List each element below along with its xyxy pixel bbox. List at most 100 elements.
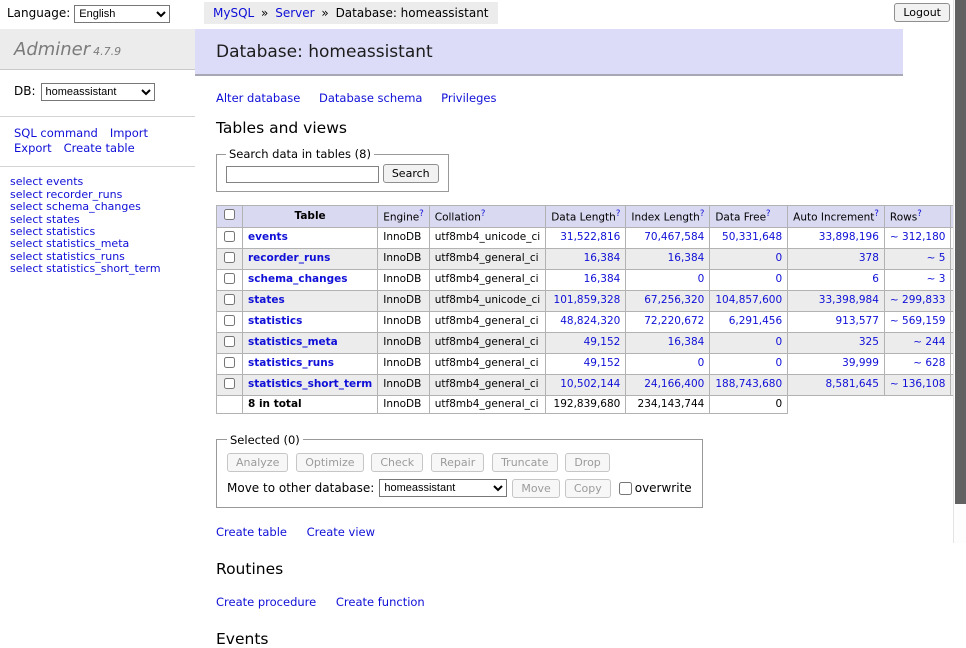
cell-data-length-link[interactable]: 49,152 [584,336,621,348]
row-checkbox-statistics[interactable] [224,315,235,326]
row-checkbox-schema-changes[interactable] [224,273,235,284]
analyze-button[interactable]: Analyze [227,453,288,472]
cell-index-length-link[interactable]: 16,384 [668,336,705,348]
row-checkbox-statistics-runs[interactable] [224,357,235,368]
cell-data-free-link[interactable]: 0 [775,336,782,348]
data-length-hint-link[interactable]: ? [616,209,621,219]
cell-index-length-link[interactable]: 72,220,672 [644,315,704,327]
table-link-states[interactable]: states [248,294,285,306]
row-checkbox-events[interactable] [224,231,235,242]
table-link-statistics-meta[interactable]: statistics_meta [248,336,338,348]
move-button[interactable]: Move [512,479,560,498]
cell-data-free-link[interactable]: 50,331,648 [722,231,782,243]
table-link-recorder-runs[interactable]: recorder_runs [248,252,330,264]
rows-hint-link[interactable]: ? [917,209,922,219]
search-input[interactable] [226,166,379,183]
optimize-button[interactable]: Optimize [296,453,363,472]
row-checkbox-statistics-meta[interactable] [224,336,235,347]
check-button[interactable]: Check [371,453,423,472]
cell-index-length-link[interactable]: 16,384 [668,252,705,264]
cell-auto-increment-link[interactable]: 913,577 [836,315,879,327]
cell-rows-link[interactable]: ~ 569,159 [890,315,946,327]
cell-rows-link[interactable]: ~ 136,108 [890,378,946,390]
copy-button[interactable]: Copy [565,479,611,498]
repair-button[interactable]: Repair [431,453,484,472]
cell-rows-link[interactable]: ~ 3 [927,273,946,285]
overwrite-checkbox[interactable] [619,482,632,495]
cell-data-free-link[interactable]: 0 [775,273,782,285]
table-link-statistics-short-term[interactable]: statistics_short_term [248,378,372,390]
select-all-checkbox[interactable] [224,209,235,220]
table-link-statistics-runs[interactable]: statistics_runs [248,357,334,369]
cell-data-length-link[interactable]: 101,859,328 [554,294,621,306]
database-schema-link[interactable]: Database schema [319,91,422,105]
cell-index-length-link[interactable]: 24,166,400 [644,378,704,390]
cell-auto-increment-link[interactable]: 33,398,984 [819,294,879,306]
cell-auto-increment-link[interactable]: 8,581,645 [825,378,878,390]
cell-rows-link[interactable]: ~ 244 [913,336,945,348]
index-length-hint-link[interactable]: ? [700,209,705,219]
alter-database-link[interactable]: Alter database [216,91,300,105]
cell-index-length-link[interactable]: 0 [698,357,705,369]
collation-hint-link[interactable]: ? [481,209,486,219]
cell-data-length-link[interactable]: 16,384 [584,252,621,264]
cell-data-length-link[interactable]: 48,824,320 [560,315,620,327]
privileges-link[interactable]: Privileges [441,91,496,105]
cell-data-length-link[interactable]: 10,502,144 [560,378,620,390]
search-button[interactable]: Search [383,164,439,183]
auto-increment-hint-link[interactable]: ? [874,209,879,219]
create-view-link[interactable]: Create view [307,525,375,539]
db-select[interactable]: homeassistant [41,83,155,101]
cell-index-length-link[interactable]: 67,256,320 [644,294,704,306]
cell-data-length-link[interactable]: 16,384 [584,273,621,285]
cell-rows-link[interactable]: ~ 299,833 [890,294,946,306]
sidebar-item-select-schema-changes[interactable]: select schema_changes [10,201,185,213]
sidebar-create-table-link[interactable]: Create table [64,141,135,155]
cell-auto-increment-link[interactable]: 325 [859,336,879,348]
cell-rows-link[interactable]: ~ 5 [927,252,946,264]
cell-index-length-link[interactable]: 0 [698,273,705,285]
app-logo[interactable]: Adminer [14,39,90,60]
cell-auto-increment-link[interactable]: 378 [859,252,879,264]
sidebar-item-select-events[interactable]: select events [10,176,185,188]
engine-hint-link[interactable]: ? [419,209,424,219]
table-link-events[interactable]: events [248,231,288,243]
truncate-button[interactable]: Truncate [492,453,557,472]
cell-data-free-link[interactable]: 0 [775,357,782,369]
cell-data-length-link[interactable]: 31,522,816 [560,231,620,243]
cell-index-length-link[interactable]: 70,467,584 [644,231,704,243]
scrollbar-thumb[interactable] [955,0,966,504]
sidebar-sql-command-link[interactable]: SQL command [14,126,98,140]
cell-data-free-link[interactable]: 6,291,456 [729,315,782,327]
breadcrumb-mysql[interactable]: MySQL [213,6,254,20]
sidebar-item-select-statistics-short-term[interactable]: select statistics_short_term [10,263,185,275]
cell-auto-increment-link[interactable]: 6 [872,273,879,285]
table-link-schema-changes[interactable]: schema_changes [248,273,348,285]
row-checkbox-states[interactable] [224,294,235,305]
logout-button[interactable]: Logout [894,3,950,22]
language-select[interactable]: English [74,5,170,23]
cell-auto-increment-link[interactable]: 33,898,196 [819,231,879,243]
row-checkbox-statistics-short-term[interactable] [224,378,235,389]
drop-button[interactable]: Drop [565,453,609,472]
total-label: 8 in total [243,395,378,413]
cell-data-length-link[interactable]: 49,152 [584,357,621,369]
breadcrumb-server[interactable]: Server [275,6,314,20]
sidebar-item-select-statistics-meta[interactable]: select statistics_meta [10,238,185,250]
data-free-hint-link[interactable]: ? [766,209,771,219]
move-database-select[interactable]: homeassistant [379,479,507,497]
create-table-link[interactable]: Create table [216,525,287,539]
cell-auto-increment-link[interactable]: 39,999 [842,357,879,369]
sidebar-import-link[interactable]: Import [110,126,148,140]
cell-data-free-link[interactable]: 188,743,680 [715,378,782,390]
row-checkbox-recorder-runs[interactable] [224,252,235,263]
create-procedure-link[interactable]: Create procedure [216,595,316,609]
vertical-scrollbar[interactable] [953,0,966,543]
cell-rows-link[interactable]: ~ 628 [913,357,945,369]
create-function-link[interactable]: Create function [336,595,425,609]
sidebar-export-link[interactable]: Export [14,141,52,155]
cell-data-free-link[interactable]: 104,857,600 [715,294,782,306]
table-link-statistics[interactable]: statistics [248,315,302,327]
cell-data-free-link[interactable]: 0 [775,252,782,264]
cell-rows-link[interactable]: ~ 312,180 [890,231,946,243]
